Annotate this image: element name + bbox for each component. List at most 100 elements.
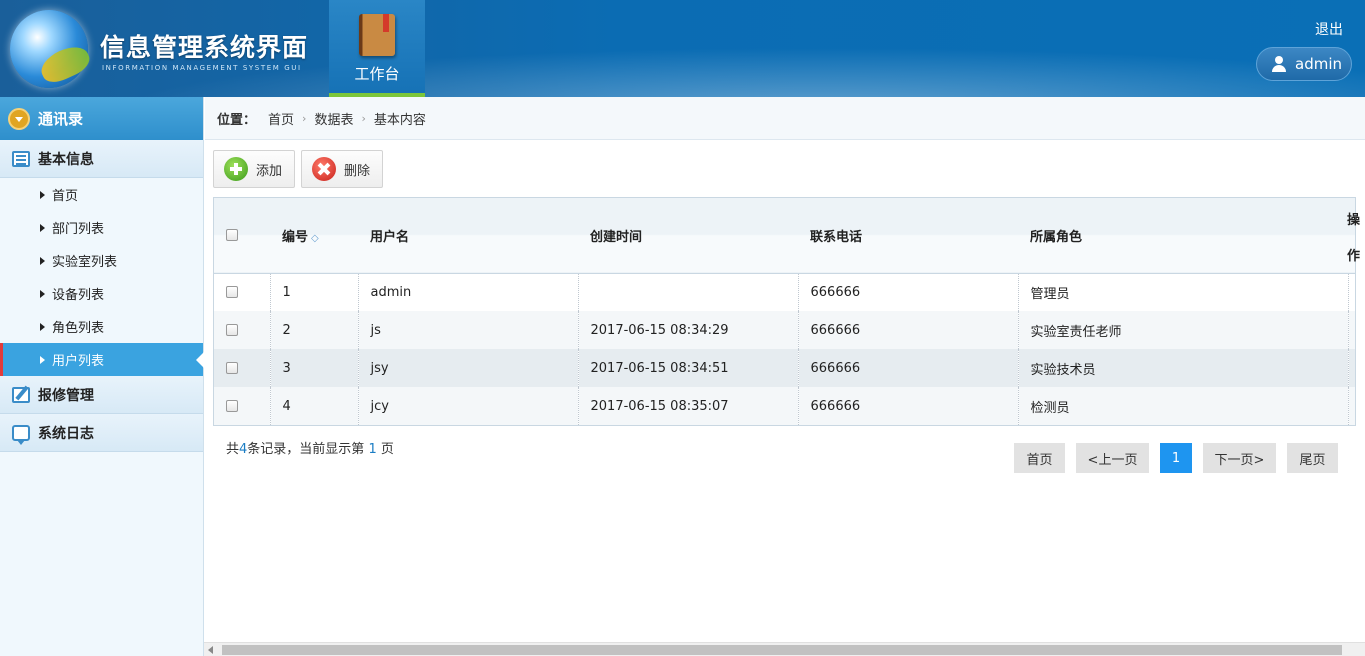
page-1-button[interactable]: 1 bbox=[1160, 443, 1192, 473]
breadcrumb-item: 基本内容 bbox=[373, 112, 426, 128]
data-table: 编号 ◇ 用户名 创建时间 联系电话 所属角色 1 admin 666666 管理… bbox=[213, 197, 1356, 426]
cell-phone: 666666 bbox=[798, 349, 1019, 387]
column-header-username: 用户名 bbox=[370, 229, 410, 245]
caret-right-icon bbox=[40, 256, 45, 265]
row-checkbox-cell bbox=[214, 387, 271, 425]
sidebar-group-logs[interactable]: 系统日志 bbox=[0, 414, 203, 452]
sort-icon[interactable]: ◇ bbox=[311, 233, 319, 244]
column-header-ops-char: 操 bbox=[1347, 213, 1361, 228]
row-checkbox-cell bbox=[214, 311, 271, 349]
sidebar-group-label: 基本信息 bbox=[38, 151, 94, 168]
sidebar-item-devices[interactable]: 设备列表 bbox=[0, 277, 203, 310]
pager-info-text: 条记录，当前显示第 bbox=[247, 442, 365, 457]
cell-role: 管理员 bbox=[1018, 273, 1349, 311]
sidebar-group-basic-info[interactable]: 基本信息 bbox=[0, 140, 203, 178]
delete-button[interactable]: 删除 bbox=[301, 150, 383, 188]
next-page-button[interactable]: 下一页> bbox=[1203, 443, 1276, 473]
cell-role: 实验室责任老师 bbox=[1018, 311, 1349, 349]
horizontal-scrollbar[interactable] bbox=[204, 642, 1365, 656]
row-checkbox-cell bbox=[214, 273, 271, 311]
edit-icon bbox=[12, 386, 30, 403]
cell-username: js bbox=[358, 311, 579, 349]
table-row[interactable]: 1 admin 666666 管理员 bbox=[214, 273, 1355, 311]
user-name: admin bbox=[1295, 55, 1342, 73]
cell-username: admin bbox=[358, 273, 579, 311]
chat-icon bbox=[12, 424, 30, 445]
select-all-checkbox[interactable] bbox=[226, 229, 238, 242]
column-header-created: 创建时间 bbox=[590, 229, 643, 245]
add-button-label: 添加 bbox=[256, 163, 283, 179]
plus-icon bbox=[224, 157, 248, 181]
nav-tab-workbench[interactable]: 工作台 bbox=[329, 0, 425, 97]
row-checkbox[interactable] bbox=[226, 362, 238, 374]
caret-right-icon bbox=[40, 223, 45, 232]
row-checkbox-cell bbox=[214, 349, 271, 387]
column-header-ops: 操 作 bbox=[1346, 197, 1365, 272]
column-header-role: 所属角色 bbox=[1030, 229, 1083, 245]
sidebar-item-users[interactable]: 用户列表 bbox=[0, 343, 204, 376]
cell-created: 2017-06-15 08:34:51 bbox=[578, 349, 799, 387]
sidebar-item-label: 实验室列表 bbox=[52, 255, 118, 270]
breadcrumb-separator-icon: › bbox=[361, 111, 366, 125]
app-title: 信息管理系统界面 bbox=[100, 33, 309, 62]
sidebar-item-departments[interactable]: 部门列表 bbox=[0, 211, 203, 244]
first-page-button[interactable]: 首页 bbox=[1014, 443, 1065, 473]
cell-ops bbox=[1348, 311, 1355, 349]
current-page-number: 1 bbox=[368, 442, 377, 457]
cell-role: 检测员 bbox=[1018, 387, 1349, 425]
breadcrumb-item[interactable]: 数据表 bbox=[314, 109, 353, 128]
sidebar-item-label: 角色列表 bbox=[52, 321, 105, 336]
column-header-label: 编号 bbox=[282, 229, 309, 245]
scrollbar-thumb[interactable] bbox=[222, 645, 1342, 655]
pager-info-text: 页 bbox=[380, 442, 394, 457]
sidebar-item-roles[interactable]: 角色列表 bbox=[0, 310, 203, 343]
last-page-button[interactable]: 尾页 bbox=[1287, 443, 1338, 473]
cell-role: 实验技术员 bbox=[1018, 349, 1349, 387]
breadcrumb: 位置： 首页 › 数据表 › 基本内容 bbox=[205, 97, 1365, 140]
table-row[interactable]: 4 jcy 2017-06-15 08:35:07 666666 检测员 bbox=[214, 387, 1355, 425]
table-row[interactable]: 3 jsy 2017-06-15 08:34:51 666666 实验技术员 bbox=[214, 349, 1355, 387]
pager-info: 共4条记录，当前显示第 1 页 bbox=[226, 438, 394, 457]
delete-icon bbox=[312, 157, 336, 181]
breadcrumb-item[interactable]: 首页 bbox=[268, 109, 294, 128]
cell-username: jcy bbox=[358, 387, 579, 425]
cell-phone: 666666 bbox=[798, 273, 1019, 311]
sidebar-item-label: 设备列表 bbox=[52, 288, 105, 303]
scroll-left-icon[interactable] bbox=[208, 646, 213, 654]
row-checkbox[interactable] bbox=[226, 286, 238, 299]
caret-right-icon bbox=[40, 289, 45, 298]
cell-created: 2017-06-15 08:35:07 bbox=[578, 387, 799, 425]
table-row[interactable]: 2 js 2017-06-15 08:34:29 666666 实验室责任老师 bbox=[214, 311, 1355, 349]
user-icon bbox=[1271, 56, 1287, 72]
nav-tab-label: 工作台 bbox=[354, 65, 400, 83]
sidebar-group-contacts[interactable]: 通讯录 bbox=[0, 97, 203, 140]
user-badge[interactable]: admin bbox=[1256, 47, 1352, 81]
cell-phone: 666666 bbox=[798, 311, 1019, 349]
column-header-id[interactable]: 编号 ◇ bbox=[270, 198, 358, 273]
sidebar-item-home[interactable]: 首页 bbox=[0, 178, 203, 211]
table-header-row: 编号 ◇ 用户名 创建时间 联系电话 所属角色 bbox=[214, 198, 1355, 273]
prev-page-button[interactable]: <上一页 bbox=[1076, 443, 1149, 473]
column-header-phone: 联系电话 bbox=[810, 229, 863, 245]
caret-right-icon bbox=[40, 355, 45, 364]
sidebar-item-labs[interactable]: 实验室列表 bbox=[0, 244, 203, 277]
cell-phone: 666666 bbox=[798, 387, 1019, 425]
column-header-ops-char: 作 bbox=[1347, 249, 1361, 264]
logout-link[interactable]: 退出 bbox=[1315, 19, 1343, 39]
list-icon bbox=[12, 150, 30, 167]
caret-right-icon bbox=[40, 322, 45, 331]
sidebar-item-label: 用户列表 bbox=[52, 354, 105, 369]
cell-ops bbox=[1348, 387, 1355, 425]
add-button[interactable]: 添加 bbox=[213, 150, 295, 188]
pager-info-text: 共 bbox=[226, 442, 240, 457]
book-icon bbox=[359, 14, 395, 56]
caret-right-icon bbox=[40, 190, 45, 199]
row-checkbox[interactable] bbox=[226, 324, 238, 336]
sidebar: 通讯录 基本信息 首页 部门列表 实验室列表 设备列表 角色列表 用户列表 报修… bbox=[0, 97, 204, 656]
sidebar-group-repair[interactable]: 报修管理 bbox=[0, 376, 203, 414]
cell-id: 2 bbox=[270, 311, 359, 349]
delete-button-label: 删除 bbox=[344, 163, 371, 179]
cell-id: 4 bbox=[270, 387, 359, 425]
cell-username: jsy bbox=[358, 349, 579, 387]
row-checkbox[interactable] bbox=[226, 400, 238, 412]
